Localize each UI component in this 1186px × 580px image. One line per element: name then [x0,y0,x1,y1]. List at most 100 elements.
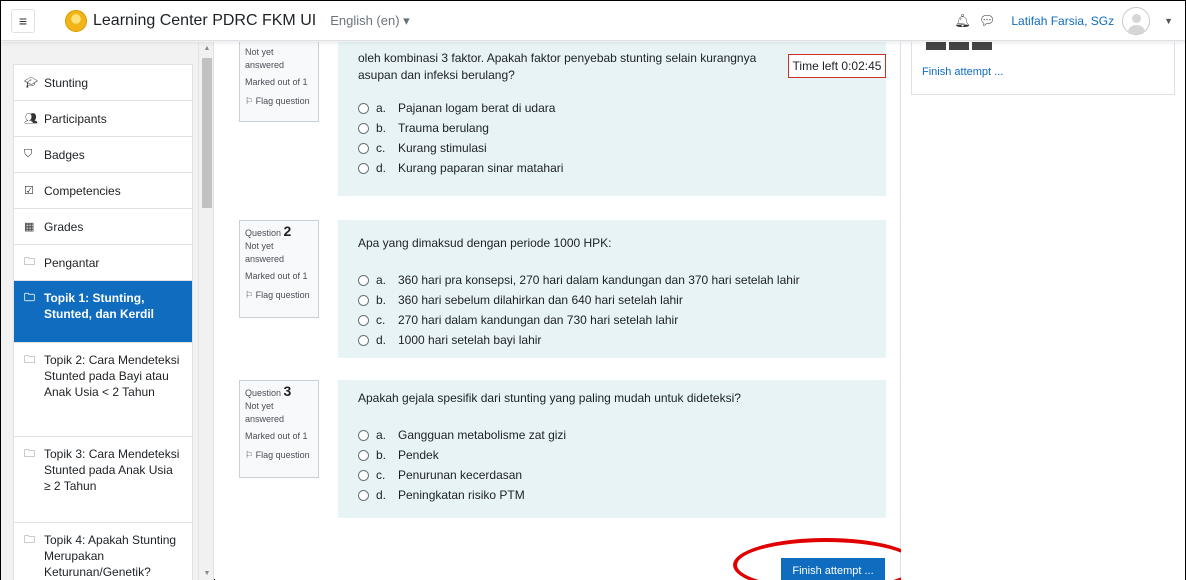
quiz-navigation-panel: Finish attempt ... [901,42,1185,580]
radio-button[interactable] [358,162,369,174]
radio-button[interactable] [358,102,369,114]
answer-option[interactable]: a. 360 hari pra konsepsi, 270 hari dalam … [358,270,866,290]
drawer-item-badges[interactable]: ⛉ Badges [14,137,192,173]
site-name-link[interactable]: Learning Center PDRC FKM UI [93,12,316,30]
drawer-item-topik-3[interactable]: 🗀 Topik 3: Cara Mendeteksi Stunted pada … [14,437,192,523]
answer-text[interactable]: Pajanan logam berat di udara [398,101,555,115]
quiz-main: Not yet answered Marked out of 1 ⚐ Flag … [215,42,919,580]
radio-button[interactable] [358,469,369,481]
hamburger-icon[interactable]: ≡ [11,8,35,33]
course-drawer: 🎓︎ Stunting 👥︎ Participants ⛉ Badges ☑ C… [1,42,214,580]
shield-icon: ⛉ [24,148,33,160]
answer-letter: c. [376,141,386,155]
radio-button[interactable] [358,142,369,154]
answer-option[interactable]: c. Penurunan kecerdasan [358,465,866,485]
finish-attempt-link[interactable]: Finish attempt ... [922,66,1003,78]
answer-letter: d. [376,488,387,502]
chevron-down-icon[interactable]: ▼ [1164,16,1173,26]
avatar[interactable] [1122,7,1151,35]
question-text: Apa yang dimaksud dengan periode 1000 HP… [358,236,612,250]
drawer-item-label: Badges [44,147,85,162]
answer-option[interactable]: c. 270 hari dalam kandungan dan 730 hari … [358,310,866,330]
answer-letter: d. [376,333,387,347]
flag-question-link[interactable]: ⚐ Flag question [245,449,313,462]
answer-option[interactable]: d. Kurang paparan sinar matahari [358,158,866,178]
question-marks: Marked out of 1 [245,271,308,281]
answer-text[interactable]: Kurang stimulasi [398,141,487,155]
question-nav-button-3[interactable] [972,42,992,50]
radio-button[interactable] [358,449,369,461]
answer-text[interactable]: Peningkatan risiko PTM [398,488,525,502]
answer-text[interactable]: Trauma berulang [398,121,489,135]
question-nav-button-1[interactable] [926,42,946,50]
site-logo[interactable] [65,9,87,32]
chat-icon[interactable]: 💬︎ [979,13,996,29]
drawer-item-label: Topik 2: Cara Mendeteksi Stunted pada Ba… [44,353,180,399]
radio-button[interactable] [358,334,369,346]
drawer-item-label: Pengantar [44,255,100,270]
drawer-item-topik-1[interactable]: 🗀 Topik 1: Stunting, Stunted, dan Kerdil [14,281,192,343]
language-menu[interactable]: English (en) ▾ [330,13,410,29]
answer-text[interactable]: 270 hari dalam kandungan dan 730 hari se… [398,313,678,327]
flag-question-link[interactable]: ⚐ Flag question [245,289,313,302]
answer-option[interactable]: b. 360 hari sebelum dilahirkan dan 640 ha… [358,290,866,310]
answer-text[interactable]: 1000 hari setelah bayi lahir [398,333,541,347]
answer-text[interactable]: Penurunan kecerdasan [398,468,522,482]
flag-question-link[interactable]: ⚐ Flag question [245,95,313,108]
scroll-down-arrow-icon[interactable]: ▼ [199,567,213,580]
answer-text[interactable]: Gangguan metabolisme zat gizi [398,428,566,442]
question-info-1: Not yet answered Marked out of 1 ⚐ Flag … [239,42,319,122]
answer-option[interactable]: d. Peningkatan risiko PTM [358,485,866,505]
bell-icon[interactable]: 🔔︎ [954,13,971,29]
drawer-item-label: Topik 3: Cara Mendeteksi Stunted pada An… [44,447,180,493]
drawer-item-grades[interactable]: ▦ Grades [14,209,192,245]
drawer-scrollbar[interactable]: ▲ ▼ [198,42,213,580]
question-text: Apakah gejala spesifik dari stunting yan… [358,391,741,405]
quiz-timer: Time left 0:02:45 [788,54,886,78]
drawer-item-participants[interactable]: 👥︎ Participants [14,101,192,137]
drawer-item-stunting[interactable]: 🎓︎ Stunting [14,65,192,101]
answer-option[interactable]: a. Pajanan logam berat di udara [358,98,866,118]
drawer-item-competencies[interactable]: ☑ Competencies [14,173,192,209]
answer-option[interactable]: b. Trauma berulang [358,118,866,138]
radio-button[interactable] [358,274,369,286]
answer-letter: c. [376,468,386,482]
finish-attempt-button[interactable]: Finish attempt ... [781,558,885,580]
answer-option[interactable]: c. Kurang stimulasi [358,138,866,158]
answer-option[interactable]: b. Pendek [358,445,866,465]
drawer-item-topik-4[interactable]: 🗀 Topik 4: Apakah Stunting Merupakan Ket… [14,523,192,580]
top-navbar: ≡ Learning Center PDRC FKM UI English (e… [1,1,1185,41]
users-icon: 👥︎ [24,113,38,125]
radio-button[interactable] [358,489,369,501]
radio-button[interactable] [358,294,369,306]
question-nav-button-2[interactable] [949,42,969,50]
question-number: Question 2 [245,223,292,239]
scrollbar-thumb[interactable] [202,58,212,208]
answer-letter: b. [376,448,387,462]
answer-option[interactable]: a. Gangguan metabolisme zat gizi [358,425,866,445]
answer-text[interactable]: 360 hari pra konsepsi, 270 hari dalam ka… [398,273,800,287]
drawer-item-label: Topik 4: Apakah Stunting Merupakan Ketur… [44,533,177,579]
answer-text[interactable]: Kurang paparan sinar matahari [398,161,563,175]
answer-letter: a. [376,273,387,287]
radio-button[interactable] [358,314,369,326]
drawer-item-label: Competencies [44,183,121,198]
user-name[interactable]: Latifah Farsia, SGz [1011,14,1114,28]
quiz-navigation-block: Finish attempt ... [911,42,1175,95]
drawer-item-label: Participants [44,111,107,126]
answer-option[interactable]: d. 1000 hari setelah bayi lahir [358,330,866,350]
check-square-icon: ☑ [24,185,34,197]
folder-icon: 🗀 [24,534,35,546]
question-info-2: Question 2 Not yet answered Marked out o… [239,220,319,318]
table-icon: ▦ [24,221,35,233]
answer-text[interactable]: 360 hari sebelum dilahirkan dan 640 hari… [398,293,683,307]
drawer-item-topik-2[interactable]: 🗀 Topik 2: Cara Mendeteksi Stunted pada … [14,343,192,437]
question-info-3: Question 3 Not yet answered Marked out o… [239,380,319,478]
drawer-item-pengantar[interactable]: 🗀 Pengantar [14,245,192,281]
folder-icon: 🗀 [24,354,35,366]
folder-icon: 🗀 [24,256,35,268]
answer-text[interactable]: Pendek [398,448,439,462]
radio-button[interactable] [358,429,369,441]
scroll-up-arrow-icon[interactable]: ▲ [199,42,213,56]
radio-button[interactable] [358,122,369,134]
